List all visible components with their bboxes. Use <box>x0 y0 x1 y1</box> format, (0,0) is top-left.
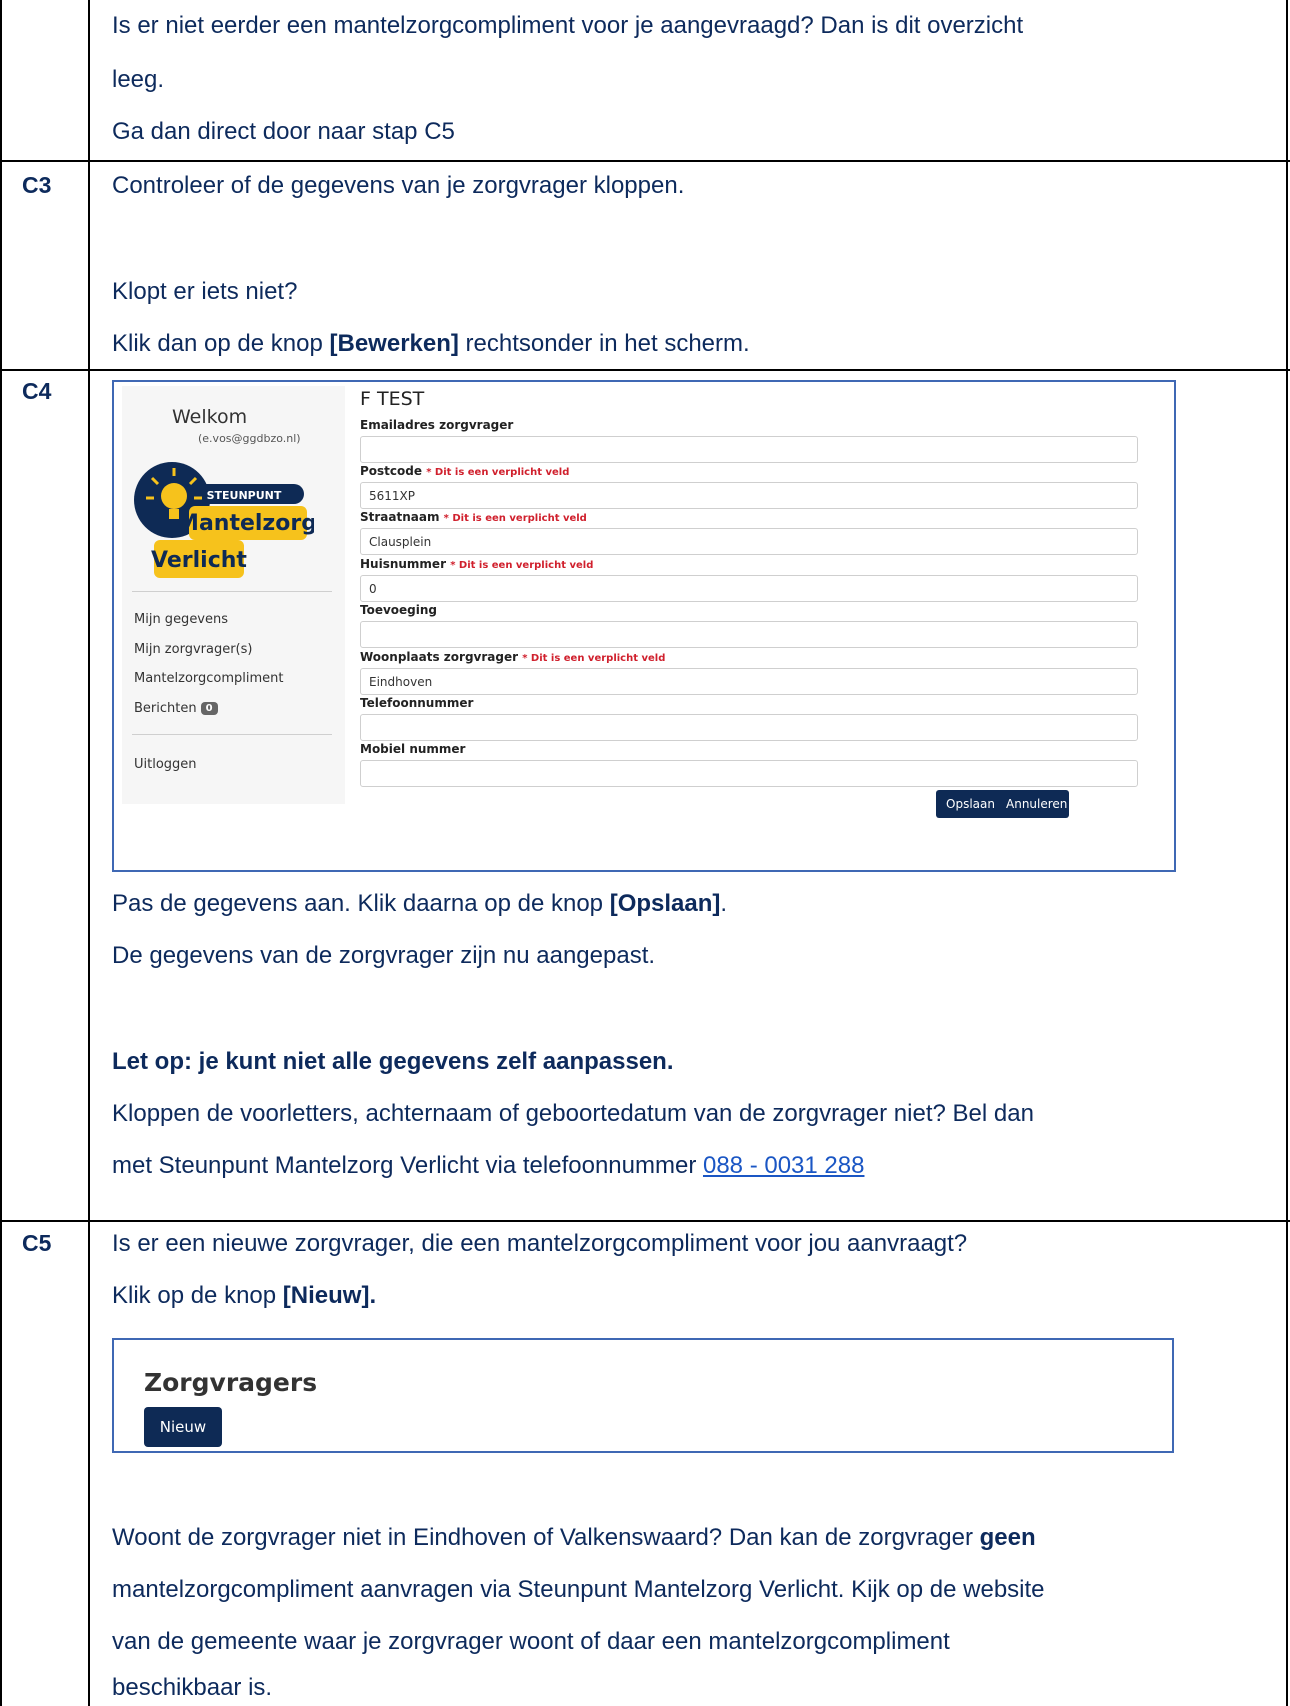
paragraph: Kloppen de voorletters, achternaam of ge… <box>112 1100 1034 1127</box>
field-label-huisnummer: Huisnummer * Dit is een verplicht veld <box>360 557 593 571</box>
label-text: Huisnummer <box>360 557 446 571</box>
field-label-email: Emailadres zorgvrager <box>360 418 514 432</box>
warning-note: Let op: je kunt niet alle gegevens zelf … <box>112 1048 674 1075</box>
zorgvragers-title: Zorgvragers <box>144 1368 318 1397</box>
menu-item-label: Berichten <box>134 701 197 716</box>
text: Woont de zorgvrager niet in Eindhoven of… <box>112 1524 980 1551</box>
bold-text: geen <box>979 1524 1036 1551</box>
label-text: Woonplaats zorgvrager <box>360 650 519 664</box>
divider <box>132 734 332 735</box>
table-border-right <box>1286 0 1288 1706</box>
cancel-button[interactable]: Annuleren <box>1006 797 1067 811</box>
divider <box>132 591 332 592</box>
logout-link[interactable]: Uitloggen <box>134 757 197 772</box>
menu-item-mijn-zorgvragers[interactable]: Mijn zorgvrager(s) <box>134 642 252 657</box>
user-email: (e.vos@ggdbzo.nl) <box>198 432 301 445</box>
table-border-left <box>0 0 2 1706</box>
logo: STEUNPUNT Mantelzorg Verlicht <box>134 462 314 578</box>
welcome-text: Welkom <box>172 406 248 428</box>
paragraph: Ga dan direct door naar stap C5 <box>112 118 455 145</box>
field-label-postcode: Postcode * Dit is een verplicht veld <box>360 464 569 478</box>
text: Klik dan op de knop <box>112 330 330 357</box>
step-label-c4: C4 <box>22 378 52 404</box>
required-note: * Dit is een verplicht veld <box>443 513 587 524</box>
save-button[interactable]: Opslaan <box>946 797 995 811</box>
new-button[interactable]: Nieuw <box>144 1407 222 1447</box>
step-label-c3: C3 <box>22 172 52 198</box>
bold-text: [Opslaan] <box>609 890 721 917</box>
text: Klik op de knop <box>112 1282 283 1309</box>
bold-text: [Bewerken] <box>329 330 459 357</box>
paragraph: van de gemeente waar je zorgvrager woont… <box>112 1628 950 1655</box>
message-count-badge: 0 <box>200 702 218 715</box>
mobiel-field[interactable] <box>360 760 1138 787</box>
telefoon-field[interactable] <box>360 714 1138 741</box>
menu-item-berichten[interactable]: Berichten 0 <box>134 701 218 716</box>
form-button-bar: Opslaan Annuleren <box>936 790 1069 818</box>
label-text: Postcode <box>360 464 423 478</box>
field-label-toevoeging: Toevoeging <box>360 603 438 617</box>
paragraph: De gegevens van de zorgvrager zijn nu aa… <box>112 942 656 969</box>
form-title: F TEST <box>360 388 425 410</box>
postcode-field[interactable]: 5611XP <box>360 482 1138 509</box>
field-label-telefoon: Telefoonnummer <box>360 696 474 710</box>
paragraph: Pas de gegevens aan. Klik daarna op de k… <box>112 890 727 918</box>
paragraph: Is er een nieuwe zorgvrager, die een man… <box>112 1230 968 1257</box>
row-divider <box>0 1220 1290 1222</box>
required-note: * Dit is een verplicht veld <box>426 467 570 478</box>
paragraph: Klik op de knop [Nieuw]. <box>112 1282 376 1310</box>
sidebar: Welkom (e.vos@ggdbzo.nl) STEUNPUNT Mante… <box>122 386 345 804</box>
phone-link[interactable]: 088 - 0031 288 <box>703 1152 864 1179</box>
logo-text-middle: Mantelzorg <box>177 511 314 536</box>
paragraph: Klopt er iets niet? <box>112 278 298 305</box>
paragraph: leeg. <box>112 66 165 93</box>
logo-text-bottom: Verlicht <box>151 548 247 573</box>
paragraph: Controleer of de gegevens van je zorgvra… <box>112 172 685 199</box>
paragraph: Woont de zorgvrager niet in Eindhoven of… <box>112 1524 1036 1552</box>
text: Pas de gegevens aan. Klik daarna op de k… <box>112 890 610 917</box>
required-note: * Dit is een verplicht veld <box>450 560 594 571</box>
paragraph: met Steunpunt Mantelzorg Verlicht via te… <box>112 1152 864 1180</box>
text: met Steunpunt Mantelzorg Verlicht via te… <box>112 1152 703 1179</box>
screenshot-edit-form: Welkom (e.vos@ggdbzo.nl) STEUNPUNT Mante… <box>112 380 1176 872</box>
text: rechtsonder in het scherm. <box>458 330 750 357</box>
text: . <box>720 890 728 917</box>
paragraph: Is er niet eerder een mantelzorgcomplime… <box>112 12 1024 39</box>
step-label-c5: C5 <box>22 1230 52 1256</box>
table-column-divider <box>88 0 90 1706</box>
field-label-woonplaats: Woonplaats zorgvrager * Dit is een verpl… <box>360 650 665 664</box>
row-divider <box>0 369 1290 371</box>
label-text: Straatnaam <box>360 510 440 524</box>
paragraph: mantelzorgcompliment aanvragen via Steun… <box>112 1576 1045 1603</box>
bold-text: [Nieuw]. <box>282 1282 377 1309</box>
toevoeging-field[interactable] <box>360 621 1138 648</box>
screenshot-zorgvragers: Zorgvragers Nieuw <box>112 1338 1174 1453</box>
email-field[interactable] <box>360 436 1138 463</box>
menu-item-mijn-gegevens[interactable]: Mijn gegevens <box>134 612 228 627</box>
woonplaats-field[interactable]: Eindhoven <box>360 668 1138 695</box>
required-note: * Dit is een verplicht veld <box>522 653 666 664</box>
straatnaam-field[interactable]: Clausplein <box>360 528 1138 555</box>
field-label-mobiel: Mobiel nummer <box>360 742 466 756</box>
logo-text-top: STEUNPUNT <box>207 489 282 502</box>
row-divider <box>0 160 1290 162</box>
huisnummer-field[interactable]: 0 <box>360 575 1138 602</box>
menu-item-mantelzorgcompliment[interactable]: Mantelzorgcompliment <box>134 671 284 686</box>
paragraph: beschikbaar is. <box>112 1674 273 1701</box>
field-label-straatnaam: Straatnaam * Dit is een verplicht veld <box>360 510 587 524</box>
paragraph: Klik dan op de knop [Bewerken] rechtsond… <box>112 330 750 358</box>
